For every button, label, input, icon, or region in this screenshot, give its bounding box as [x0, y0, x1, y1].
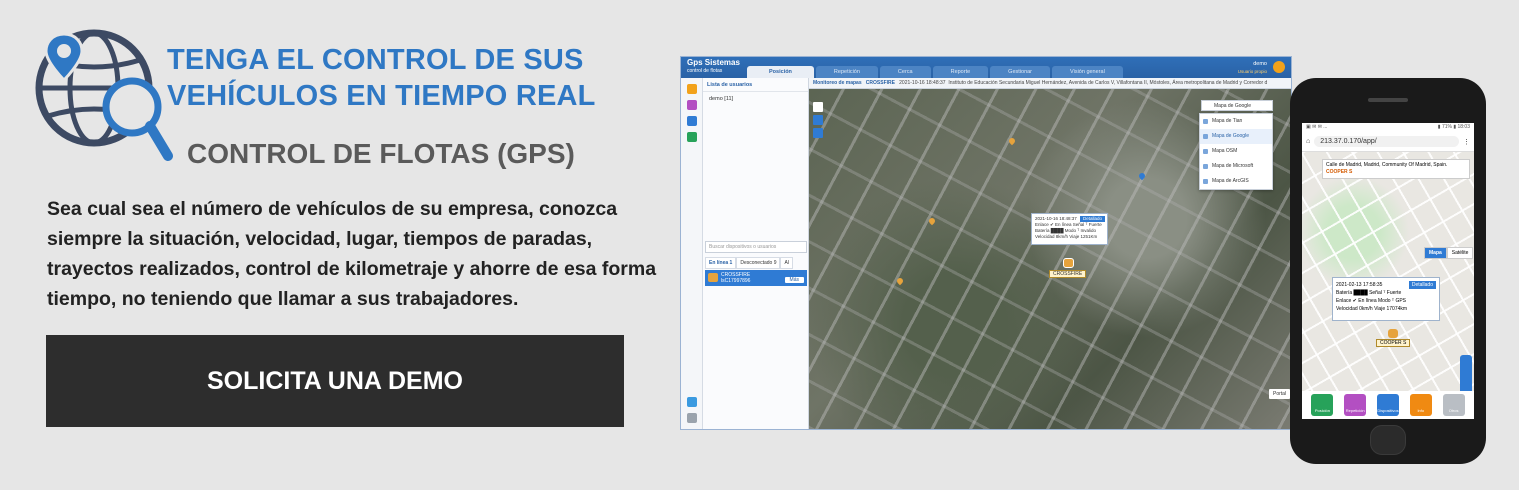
device-more-button[interactable]: Más: [784, 277, 804, 283]
app-tabs: Posición Repetición Cerca Reporte Gestio…: [747, 66, 1123, 78]
user-list-panel: Lista de usuarios demo [11] Buscar dispo…: [703, 78, 809, 429]
phone-map-toggle: Mapa Satélite: [1424, 247, 1474, 259]
phone-home-button: [1370, 425, 1406, 455]
popup-detail-button[interactable]: Detallado: [1079, 216, 1105, 222]
phone-vehicle-name: COOPER S: [1326, 169, 1353, 175]
smartphone-mockup: ▣ ✉ ✉ ... ▮ 71% ▮ 18:03 ⌂ 213.37.0.170/a…: [1290, 78, 1486, 464]
popup-row: Velocidad 8km/h Viaje 1251Km: [1035, 234, 1098, 239]
phone-speaker: [1368, 98, 1408, 102]
map-option-microsoft[interactable]: Mapa de Microsoft: [1200, 159, 1272, 174]
hero-title-line2: VEHÍCULOS EN TIEMPO REAL: [167, 80, 596, 112]
status-right: ▮ 71% ▮ 18:03: [1437, 124, 1470, 130]
phone-address: Calle de Madrid, Madrid, Community Of Ma…: [1326, 162, 1448, 168]
nav-otros[interactable]: Otros: [1442, 394, 1465, 416]
poi-pin-icon: [1137, 171, 1147, 181]
map-option-tian[interactable]: Mapa de Tian: [1200, 114, 1272, 129]
url-field[interactable]: 213.37.0.170/app/: [1314, 136, 1459, 147]
app-brand-name: Gps Sistemas: [687, 58, 740, 67]
hero-description: Sea cual sea el número de vehículos de s…: [47, 198, 657, 310]
phone-popup-row: Velocidad 0km/h Viaje 17074km: [1336, 306, 1408, 312]
user-info[interactable]: demo Usuario propio: [1238, 61, 1267, 75]
map-option-arcgis[interactable]: Mapa de ArcGIS: [1200, 174, 1272, 189]
tab-online[interactable]: En línea 1: [705, 257, 737, 269]
map-tools: [813, 102, 823, 141]
browser-url-bar: ⌂ 213.37.0.170/app/ ⋮: [1302, 132, 1474, 152]
desktop-app-screenshot: Gps Sistemas control de flotas Posición …: [680, 56, 1292, 430]
map-option-google[interactable]: Mapa de Google: [1200, 129, 1272, 144]
poi-pin-icon: [1007, 136, 1017, 146]
menu-icon[interactable]: ⋮: [1463, 138, 1470, 146]
map-option-osm[interactable]: Mapa OSM: [1200, 144, 1272, 159]
user-role: Usuario propio: [1237, 69, 1267, 74]
globe-search-logo-icon: [35, 29, 173, 161]
phone-address-box: Calle de Madrid, Madrid, Community Of Ma…: [1322, 159, 1470, 179]
map-header-bar: Monitoreo de mapas CROSSFIRE 2021-10-16 …: [809, 78, 1291, 89]
app-header: Gps Sistemas control de flotas Posición …: [681, 57, 1291, 78]
vehicle-marker-label: CROSSFIRE: [1049, 270, 1087, 278]
hero-title-line1: TENGA EL CONTROL DE SUS: [167, 44, 584, 76]
tab-reporte[interactable]: Reporte: [932, 66, 989, 78]
nav-posicion[interactable]: Posición: [1311, 394, 1334, 416]
app-brand: Gps Sistemas control de flotas: [687, 59, 740, 75]
document-icon[interactable]: [686, 116, 697, 126]
vehicle-info-popup: 2021-10-16 18:48:37 Detallado Enlace ✔ E…: [1031, 213, 1108, 245]
phone-bottom-nav: Posición Repetición Dispositivos Info Ot…: [1302, 391, 1474, 419]
map-header-title: Monitoreo de mapas: [813, 80, 862, 86]
tab-posicion[interactable]: Posición: [747, 66, 814, 78]
poi-pin-icon: [927, 216, 937, 226]
toggle-map[interactable]: Mapa: [1424, 247, 1447, 259]
map-header-time: 2021-10-16 18:48:37: [899, 80, 946, 86]
tab-all[interactable]: Al: [780, 257, 793, 269]
user-tree-item[interactable]: demo [11]: [703, 92, 808, 106]
tab-vision-general[interactable]: Visión general: [1052, 66, 1123, 78]
phone-status-bar: ▣ ✉ ✉ ... ▮ 71% ▮ 18:03: [1302, 123, 1474, 132]
poi-pin-icon: [895, 276, 905, 286]
nav-info[interactable]: Info: [1409, 394, 1432, 416]
nav-repeticion[interactable]: Repetición: [1344, 394, 1367, 416]
location-icon[interactable]: [686, 100, 697, 110]
status-left: ▣ ✉ ✉ ...: [1306, 124, 1328, 130]
app-brand-sub: control de flotas: [687, 68, 723, 74]
phone-popup-row: Batería ████ Señal ᵀ Fuerte: [1336, 290, 1402, 296]
request-demo-button[interactable]: SOLICITA UNA DEMO: [46, 335, 624, 427]
device-status-tabs: En línea 1 Desconectado 9 Al: [705, 257, 807, 269]
map-type-menu: Mapa de Tian Mapa de Google Mapa OSM Map…: [1199, 113, 1273, 190]
settings-icon[interactable]: [686, 413, 697, 423]
phone-popup-detail-button[interactable]: Detallado: [1408, 281, 1436, 289]
tab-cerca[interactable]: Cerca: [879, 66, 931, 78]
alerts-icon[interactable]: [686, 84, 697, 94]
user-name: demo: [1253, 61, 1267, 67]
users-icon[interactable]: [686, 132, 697, 142]
nav-dispositivos[interactable]: Dispositivos: [1376, 394, 1399, 416]
map-zoom-icon[interactable]: [813, 128, 823, 138]
satellite-map[interactable]: Monitoreo de mapas CROSSFIRE 2021-10-16 …: [809, 78, 1291, 429]
phone-vehicle-marker-icon[interactable]: [1388, 329, 1398, 338]
power-icon[interactable]: [687, 429, 697, 430]
device-list-item[interactable]: CROSSFIRE lsC17997896 Más: [705, 270, 807, 286]
device-search-input[interactable]: Buscar dispositivos o usuarios: [705, 241, 807, 253]
phone-vehicle-marker-label: COOPER S: [1376, 339, 1411, 347]
left-icon-rail: [681, 78, 703, 429]
phone-vehicle-popup: 2021-02-13 17:58:35 Detallado Batería ██…: [1332, 277, 1440, 321]
car-icon: [708, 273, 718, 282]
profile-icon[interactable]: [686, 397, 697, 407]
toggle-satellite[interactable]: Satélite: [1446, 247, 1474, 259]
map-header-address: Instituto de Educación Secundaria Miguel…: [948, 80, 1268, 86]
map-header-device: CROSSFIRE: [865, 80, 895, 86]
hero-subtitle: CONTROL DE FLOTAS (GPS): [187, 138, 575, 169]
phone-popup-row: Enlace ✔ En línea Modo ᵀ GPS: [1336, 298, 1406, 304]
portal-label: Portal: [1269, 389, 1291, 399]
map-tool-icon[interactable]: [813, 102, 823, 112]
tab-offline[interactable]: Desconectado 9: [736, 257, 781, 269]
user-avatar-icon[interactable]: [1273, 61, 1285, 73]
user-list-title: Lista de usuarios: [703, 78, 808, 92]
home-icon[interactable]: ⌂: [1306, 138, 1310, 145]
tab-gestionar[interactable]: Gestionar: [990, 66, 1051, 78]
map-type-select[interactable]: Mapa de Google: [1201, 100, 1273, 111]
vehicle-marker-icon[interactable]: [1063, 258, 1074, 268]
phone-screen: ▣ ✉ ✉ ... ▮ 71% ▮ 18:03 ⌂ 213.37.0.170/a…: [1302, 123, 1474, 419]
map-layer-icon[interactable]: [813, 115, 823, 125]
tab-repeticion[interactable]: Repetición: [815, 66, 878, 78]
